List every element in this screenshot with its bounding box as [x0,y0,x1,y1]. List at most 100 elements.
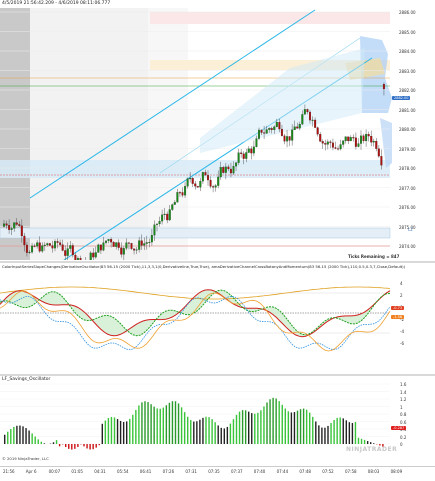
price-axis-label: 2886.00 [399,10,416,15]
lf-bar [16,426,17,444]
candle-body [110,239,112,242]
lf-bar [56,440,57,444]
lf-bar [111,417,112,444]
price-axis-label: 2879.00 [399,147,416,152]
lf-bar [285,409,286,444]
lf-bar [269,399,270,444]
candle-body [228,167,230,169]
zone-box [0,228,390,238]
lf-bar [105,421,106,444]
candle-body [220,167,222,177]
lf-bar [221,428,222,444]
time-axis-label: 05:54 [117,469,129,474]
candle-body [332,143,334,148]
candle-body [92,253,94,257]
candle-body [248,149,250,153]
candle-body [24,236,26,245]
lf-histogram [4,398,384,450]
candle-body [138,241,140,250]
candle-body [217,177,219,186]
candle-body [18,224,20,225]
date-range-label: 4/5/2019 21:56:42.209 - 4/6/2019 08:11:0… [2,1,110,6]
candle-body [197,186,199,187]
candle-body [69,245,71,248]
lf-axis-label: 0.6 [400,420,406,425]
session-shade [30,8,148,260]
candle-body [309,112,311,120]
lf-axis-label: 1 [400,405,403,410]
candle-body [166,214,168,220]
lf-bar [114,417,115,444]
lf-bar [346,420,347,444]
lf-bar [147,402,148,444]
candle-body [62,245,64,251]
candle-body [373,141,375,142]
candle-body [126,243,128,249]
price-axis-label: 2881.00 [399,108,416,113]
lf-bar [74,444,75,449]
candle-body [273,127,275,130]
lf-bar [96,444,97,448]
lf-bar [288,411,289,444]
lf-bar [294,412,295,444]
lf-bar [38,439,39,444]
lf-bar [315,421,316,444]
candle-body [235,163,237,166]
lf-bar [227,427,228,444]
watermark: NINJATRADER [346,446,397,453]
lf-bar [367,441,368,444]
lf-bar [163,408,164,444]
indicator-panel[interactable]: ColorInputSeriesSlopeChanges(DerivativeO… [0,263,435,373]
lf-bar [202,418,203,444]
time-axis-label: 07:35 [208,469,220,474]
time-axis-label: 07:48 [299,469,311,474]
zone-box [150,12,390,24]
lf-bar [306,410,307,444]
lf-bar [297,411,298,444]
candle-body [330,142,332,143]
candle-body [322,141,324,143]
lf-bar [83,444,84,446]
lf-bar [77,444,78,447]
candle-body [151,235,153,242]
zone-box [0,160,390,178]
candle-body [100,245,102,250]
copyright: © 2019 NinjaTrader, LLC [2,456,49,461]
ticks-remaining: Ticks Remaining = 847 [348,254,399,259]
lf-bar [71,444,72,450]
lf-bar [129,419,130,444]
candle-body [105,241,107,243]
lf-bar [41,442,42,444]
lf-bar [25,428,26,444]
candle-body [21,226,23,236]
time-axis-label: 07:40 [254,469,266,474]
lf-bar [196,421,197,444]
time-axis[interactable]: 21:56Apr 600:0701:0504:3105:5406:4107:26… [0,466,435,481]
lf-bar [208,417,209,444]
price-axis-label: 2878.00 [399,166,416,171]
candle-body [95,252,97,257]
candle-body [31,246,33,252]
price-chart[interactable] [0,8,435,260]
candle-body [337,149,339,150]
candle-body [11,228,13,229]
lf-bar [89,444,90,449]
lf-bar [245,410,246,444]
candle-body [279,122,281,129]
candle-body [240,153,242,154]
candle-body [327,142,329,145]
candle-body [317,128,319,135]
lf-bar [153,407,154,444]
candle-body [103,243,105,251]
candle-body [148,242,150,243]
lf-bar [28,431,29,444]
chart-window: 4/5/2019 21:56:42.209 - 4/6/2019 08:11:0… [0,0,435,480]
lf-bar [263,406,264,444]
candle-body [169,210,171,220]
indicator-chart[interactable] [0,263,435,373]
price-panel[interactable]: 2886.002885.002884.002883.002882.002881.… [0,8,435,260]
candle-body [381,156,383,165]
lf-bar [211,419,212,444]
lf-bar [150,404,151,444]
lf-panel[interactable]: LF_Savings_Oscillator 1.61.41.210.80.60.… [0,376,435,466]
